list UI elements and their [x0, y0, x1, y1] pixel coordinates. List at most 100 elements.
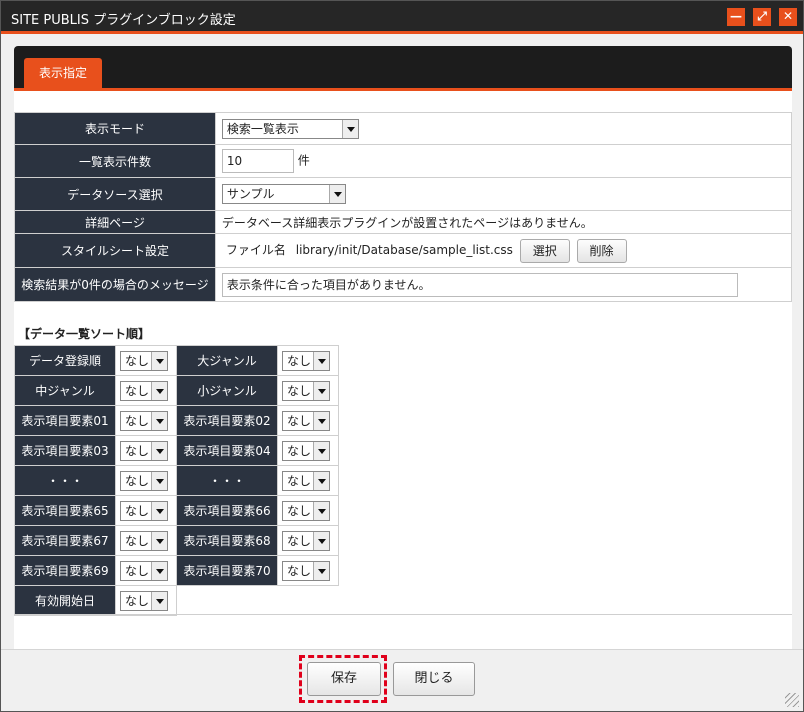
sort-field-cell: なし [115, 435, 177, 466]
sort-field-cell: なし [277, 405, 339, 436]
sort-row: 表示項目要素65 なし 表示項目要素66 なし [14, 495, 339, 526]
sort-order-table: データ登録順 なし 大ジャンル なし 中ジャンル なし 小ジャンル なし 表示項目要素01 なし表… [14, 345, 339, 616]
close-button[interactable]: 閉じる [393, 662, 475, 696]
sort-field-label: 表示項目要素04 [176, 435, 278, 466]
sort-field-label: 表示項目要素02 [176, 405, 278, 436]
sort-order-value: なし [125, 443, 150, 458]
display-mode-select[interactable]: 検索一覧表示 [221, 118, 359, 139]
sort-order-select[interactable]: なし [282, 380, 330, 401]
display-mode-cell: 検索一覧表示 [214, 112, 793, 145]
display-mode-label: 表示モード [14, 112, 216, 145]
sort-field-cell: なし [115, 525, 177, 556]
sort-order-select[interactable]: なし [120, 440, 168, 461]
sort-field-label: 表示項目要素68 [176, 525, 278, 556]
sort-order-value: なし [125, 383, 150, 398]
list-count-input[interactable]: 10 [221, 149, 294, 173]
chevron-down-icon [313, 531, 329, 550]
chevron-down-icon [313, 561, 329, 580]
sort-order-value: なし [125, 413, 150, 428]
chevron-down-icon [151, 501, 167, 520]
sort-order-value: なし [125, 563, 150, 578]
sort-order-select[interactable]: なし [282, 350, 330, 371]
chevron-down-icon [151, 381, 167, 400]
sort-order-value: なし [287, 353, 312, 368]
sort-field-label: 表示項目要素69 [14, 555, 116, 586]
resize-grip-icon[interactable] [785, 693, 799, 707]
sort-field-cell: なし [277, 525, 339, 556]
sort-row: ・・・ なし ・・・ なし [14, 465, 339, 496]
sort-field-label: 表示項目要素01 [14, 405, 116, 436]
detail-page-value: データベース詳細表示プラグインが設置されたページはありません。 [214, 210, 793, 234]
no-result-message-input[interactable]: 表示条件に合った項目がありません。 [221, 272, 738, 297]
sort-order-select[interactable]: なし [282, 500, 330, 521]
chevron-down-icon [151, 561, 167, 580]
title-bar: SITE PUBLIS プラグインブロック設定 — ⤢ ✕ [1, 1, 803, 34]
file-name-label: ファイル名 [225, 243, 286, 257]
chevron-down-icon [313, 471, 329, 490]
save-button[interactable]: 保存 [307, 662, 381, 696]
sort-row: 中ジャンル なし 小ジャンル なし [14, 375, 339, 406]
delete-file-button[interactable]: 削除 [576, 238, 627, 263]
sort-field-label: 大ジャンル [176, 345, 278, 376]
list-count-label: 一覧表示件数 [14, 144, 216, 178]
chevron-down-icon [313, 381, 329, 400]
minimize-icon[interactable]: — [727, 8, 745, 26]
sort-field-cell: なし [115, 585, 177, 616]
sort-field-label: 中ジャンル [14, 375, 116, 406]
stylesheet-cell: ファイル名 library/init/Database/sample_list.… [214, 233, 793, 268]
sort-order-select[interactable]: なし [120, 470, 168, 491]
settings-table: 表示モード 検索一覧表示 一覧表示件数 10 件 データソース選択 サンプル 詳 [14, 112, 793, 302]
chevron-down-icon [341, 119, 358, 138]
sort-order-value: なし [287, 563, 312, 578]
chevron-down-icon [151, 531, 167, 550]
chevron-down-icon [151, 411, 167, 430]
sort-order-select[interactable]: なし [120, 500, 168, 521]
sort-order-select[interactable]: なし [282, 440, 330, 461]
sort-order-select[interactable]: なし [120, 380, 168, 401]
sort-field-cell: なし [277, 465, 339, 496]
close-icon[interactable]: ✕ [779, 8, 797, 26]
sort-field-label: 表示項目要素65 [14, 495, 116, 526]
sort-order-select[interactable]: なし [282, 410, 330, 431]
no-result-message-label: 検索結果が0件の場合のメッセージ [14, 267, 216, 302]
chevron-down-icon [313, 351, 329, 370]
sort-field-cell: なし [115, 465, 177, 496]
data-source-value: サンプル [226, 187, 275, 201]
data-source-select[interactable]: サンプル [221, 184, 346, 204]
sort-field-cell: なし [115, 405, 177, 436]
empty-cell [177, 586, 339, 616]
sort-order-select[interactable]: なし [120, 350, 168, 371]
sort-order-value: なし [125, 503, 150, 518]
sort-row: 表示項目要素69 なし 表示項目要素70 なし [14, 555, 339, 586]
stylesheet-file-path: library/init/Database/sample_list.css [295, 243, 513, 257]
sort-order-value: なし [287, 473, 312, 488]
sort-order-select[interactable]: なし [120, 410, 168, 431]
select-file-button[interactable]: 選択 [519, 238, 570, 263]
sort-row: 表示項目要素01 なし 表示項目要素02 なし [14, 405, 339, 436]
stylesheet-label: スタイルシート設定 [14, 233, 216, 268]
sort-field-label: 表示項目要素70 [176, 555, 278, 586]
data-source-label: データソース選択 [14, 177, 216, 211]
sort-field-cell: なし [115, 375, 177, 406]
sort-order-select[interactable]: なし [282, 470, 330, 491]
chevron-down-icon [313, 501, 329, 520]
sort-field-label: ・・・ [14, 465, 116, 496]
sort-order-select[interactable]: なし [120, 530, 168, 551]
sort-order-select[interactable]: なし [282, 530, 330, 551]
sort-order-select[interactable]: なし [120, 560, 168, 581]
chevron-down-icon [151, 351, 167, 370]
sort-field-cell: なし [115, 345, 177, 376]
tab-display-settings[interactable]: 表示指定 [24, 58, 102, 88]
chevron-down-icon [328, 185, 345, 203]
data-source-cell: サンプル [214, 177, 793, 211]
sort-order-value: なし [287, 443, 312, 458]
sort-row: 表示項目要素03 なし 表示項目要素04 なし [14, 435, 339, 466]
sort-field-label: ・・・ [176, 465, 278, 496]
sort-field-label: 有効開始日 [14, 585, 116, 616]
sort-field-cell: なし [277, 375, 339, 406]
divider [14, 614, 792, 615]
maximize-icon[interactable]: ⤢ [753, 8, 771, 26]
sort-order-value: なし [125, 473, 150, 488]
sort-order-select[interactable]: なし [120, 590, 168, 611]
sort-order-select[interactable]: なし [282, 560, 330, 581]
